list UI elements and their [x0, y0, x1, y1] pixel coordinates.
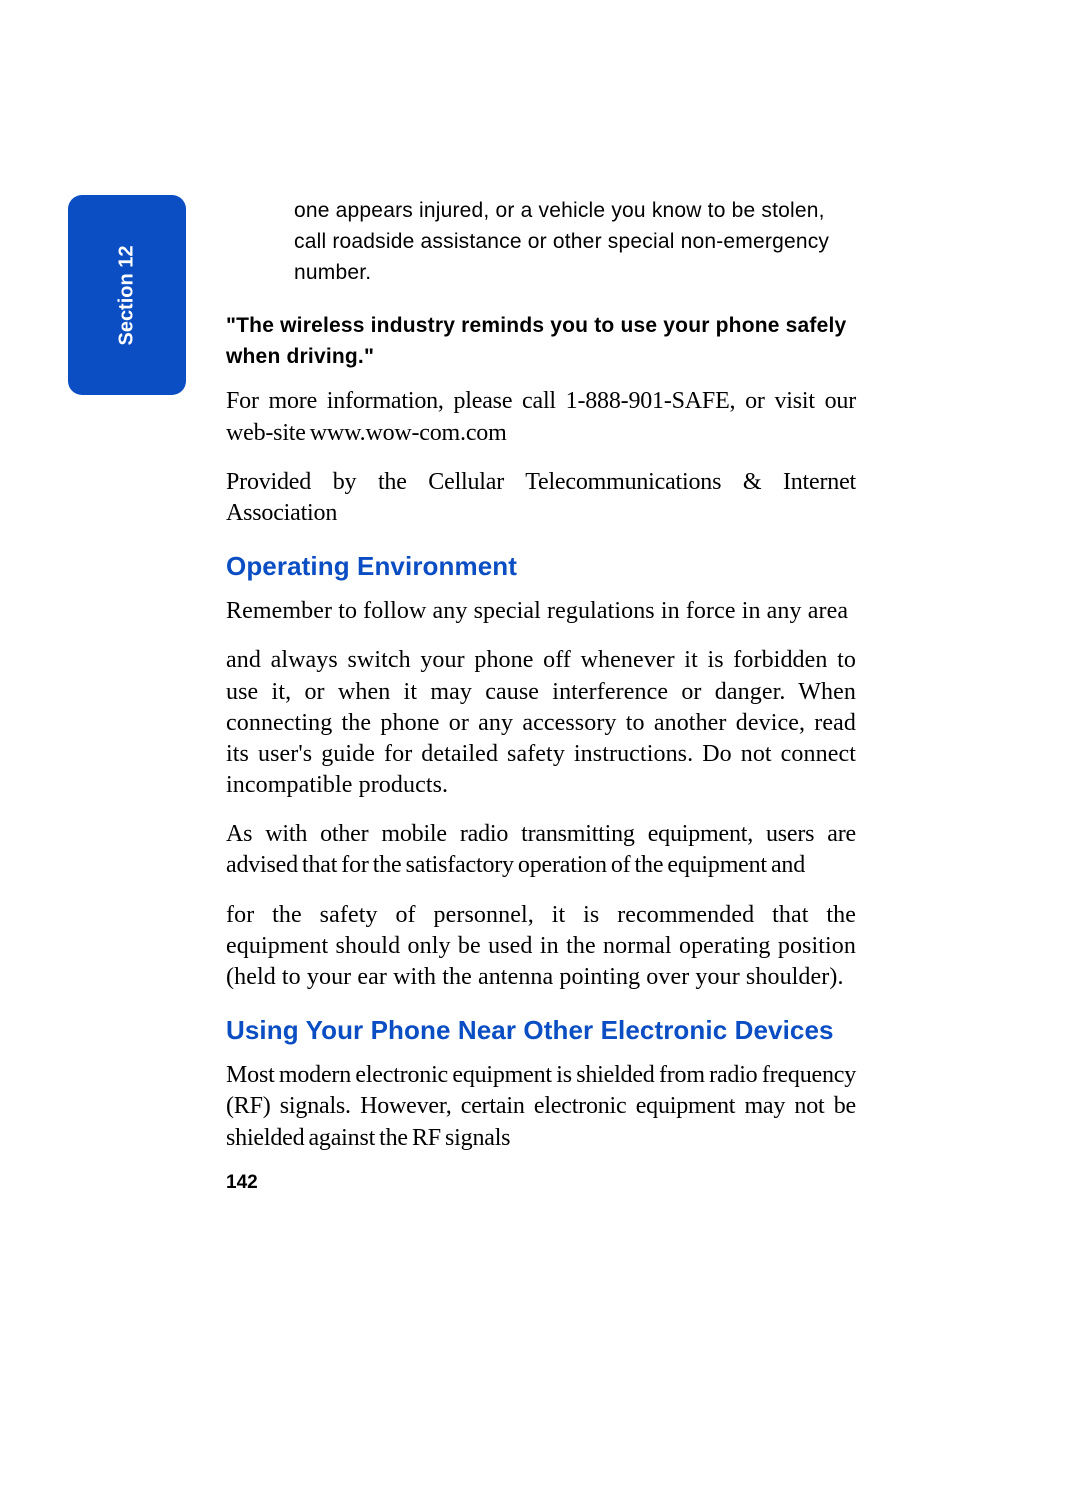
- page-content: one appears injured, or a vehicle you kn…: [226, 195, 856, 1194]
- info-paragraph-1: For more information, please call 1-888-…: [226, 386, 856, 448]
- heading-operating-environment: Operating Environment: [226, 551, 856, 582]
- section-tab: Section 12: [68, 195, 186, 395]
- info-paragraph-2: Provided by the Cellular Telecommunicati…: [226, 467, 856, 529]
- operating-paragraph-2: and always switch your phone off wheneve…: [226, 645, 856, 801]
- operating-paragraph-1: Remember to follow any special regulatio…: [226, 596, 856, 627]
- devices-paragraph-1: Most modern electronic equipment is shie…: [226, 1060, 856, 1154]
- section-tab-label: Section 12: [115, 245, 138, 345]
- heading-electronic-devices: Using Your Phone Near Other Electronic D…: [226, 1015, 856, 1046]
- operating-paragraph-3: As with other mobile radio transmitting …: [226, 819, 856, 881]
- page-number: 142: [226, 1172, 856, 1194]
- safety-quote: "The wireless industry reminds you to us…: [226, 310, 856, 372]
- continued-paragraph: one appears injured, or a vehicle you kn…: [294, 195, 856, 288]
- operating-paragraph-4: for the safety of personnel, it is recom…: [226, 900, 856, 994]
